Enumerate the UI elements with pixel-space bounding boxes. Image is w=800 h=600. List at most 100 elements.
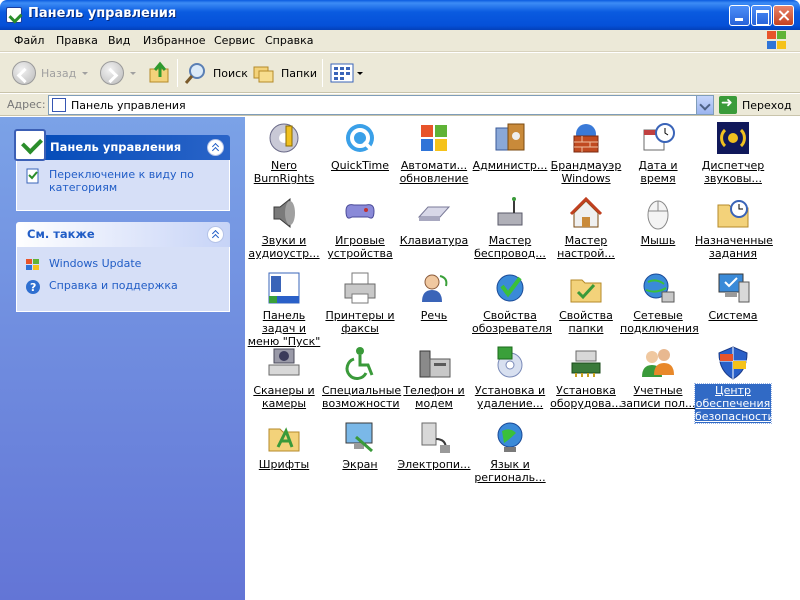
cp-item-firewall[interactable]: Брандмауэр Windows: [548, 120, 624, 185]
control-panel-section-header[interactable]: Панель управления: [14, 129, 230, 161]
cp-item-wireless[interactable]: Мастер беспровод...: [472, 195, 548, 260]
cp-item-label: Назначенные задания: [695, 234, 773, 260]
title-bar[interactable]: Панель управления: [0, 0, 800, 30]
cp-item-fonts[interactable]: Шрифты: [246, 419, 322, 471]
back-label: Назад: [41, 66, 77, 80]
control-panel-items: Nero BurnRights QuickTime Автомати... обно…: [245, 117, 800, 600]
collapse-chevron-icon[interactable]: [207, 139, 224, 156]
cp-item-add-hardware[interactable]: Установка оборудова...: [548, 345, 624, 410]
cp-item-phone-modem[interactable]: Телефон и модем: [396, 345, 472, 410]
cp-item-regional-options[interactable]: Язык и региональ...: [472, 419, 548, 484]
folders-icon: [253, 66, 274, 83]
cp-item-label: Звуки и аудиоустр...: [248, 234, 320, 260]
menu-bar: Файл Правка Вид Избранное Сервис Справка: [0, 30, 800, 52]
windows-flag-icon: [26, 259, 39, 270]
cp-item-label: Электропи...: [397, 458, 471, 471]
cp-item-scheduled-tasks[interactable]: Назначенные задания: [695, 195, 773, 260]
cp-item-taskbar[interactable]: Панель задач и меню "Пуск": [246, 270, 322, 348]
cp-item-network-connections[interactable]: Сетевые подключения: [620, 270, 699, 335]
network-wizard-icon: [568, 195, 604, 231]
back-button[interactable]: Назад: [12, 60, 89, 86]
menu-view[interactable]: Вид: [108, 34, 130, 47]
cp-item-label: Панель задач и меню "Пуск": [247, 309, 321, 348]
collapse-chevron-icon[interactable]: [207, 226, 224, 243]
cp-item-keyboard[interactable]: Клавиатура: [396, 195, 472, 247]
help-and-support-link[interactable]: ? Справка и поддержка: [25, 279, 221, 295]
switch-to-category-view-link[interactable]: Переключение к виду по категориям: [25, 168, 221, 194]
help-icon: ?: [26, 280, 40, 294]
go-button[interactable]: Переход: [719, 95, 792, 115]
back-dropdown-icon[interactable]: [82, 71, 89, 75]
power-options-icon: [416, 419, 452, 455]
scanner-camera-icon: [266, 345, 302, 381]
cp-item-mouse[interactable]: Мышь: [620, 195, 696, 247]
cp-item-folder-options[interactable]: Свойства папки: [548, 270, 624, 335]
add-hardware-icon: [568, 345, 604, 381]
cp-item-label: Диспетчер звуковы...: [701, 159, 765, 185]
cp-item-gamepad[interactable]: Игровые устройства: [322, 195, 398, 260]
go-arrow-icon: [719, 95, 737, 114]
back-arrow-icon: [12, 61, 36, 85]
cp-item-scanner-camera[interactable]: Сканеры и камеры: [246, 345, 322, 410]
nero-key-icon: [266, 120, 302, 156]
address-dropdown-icon[interactable]: [696, 96, 713, 114]
menu-tools[interactable]: Сервис: [214, 34, 255, 47]
close-button[interactable]: [773, 5, 794, 26]
accessibility-icon: [342, 345, 378, 381]
svg-text:?: ?: [30, 281, 36, 294]
menu-help[interactable]: Справка: [265, 34, 313, 47]
cp-item-display[interactable]: Экран: [322, 419, 398, 471]
forward-dropdown-icon[interactable]: [130, 71, 136, 75]
cp-item-security-center[interactable]: Центр обеспечения безопасности: [694, 345, 775, 424]
cp-item-speaker[interactable]: Звуки и аудиоустр...: [246, 195, 322, 260]
cp-item-label: Игровые устройства: [327, 234, 393, 260]
search-button[interactable]: Поиск: [184, 60, 248, 86]
cp-item-label: Установка и удаление...: [474, 384, 546, 410]
cp-item-quicktime[interactable]: QuickTime: [322, 120, 398, 172]
folders-button[interactable]: Папки: [252, 60, 317, 86]
menu-favorites[interactable]: Избранное: [143, 34, 205, 47]
cp-item-label: Система: [708, 309, 758, 322]
see-also-section-header[interactable]: См. также: [16, 222, 230, 247]
menu-file[interactable]: Файл: [14, 34, 44, 47]
cp-item-nero-key[interactable]: Nero BurnRights: [246, 120, 322, 185]
up-folder-button[interactable]: [148, 60, 172, 86]
speech-icon: [416, 270, 452, 306]
quicktime-icon: [342, 120, 378, 156]
cp-item-accessibility[interactable]: Специальные возможности: [322, 345, 401, 410]
windows-update-link[interactable]: Windows Update: [25, 257, 221, 273]
minimize-button[interactable]: [729, 5, 750, 26]
cp-item-printer[interactable]: Принтеры и факсы: [322, 270, 398, 335]
control-panel-icon: [6, 7, 22, 23]
cp-item-windows-update[interactable]: Автомати... обновление: [396, 120, 472, 185]
go-label: Переход: [742, 98, 792, 112]
menu-edit[interactable]: Правка: [56, 34, 98, 47]
security-center-icon: [715, 345, 751, 381]
cp-item-network-wizard[interactable]: Мастер настрой...: [548, 195, 624, 260]
cp-item-label: Свойства обозревателя: [472, 309, 552, 335]
maximize-button[interactable]: [751, 5, 772, 26]
cp-item-speech[interactable]: Речь: [396, 270, 472, 322]
views-icon: [330, 63, 354, 83]
cp-item-label: Принтеры и факсы: [325, 309, 395, 335]
cp-item-sound-manager[interactable]: Диспетчер звуковы...: [695, 120, 771, 185]
forward-button[interactable]: [100, 60, 136, 86]
cp-item-power-options[interactable]: Электропи...: [396, 419, 472, 471]
address-label: Адрес:: [7, 98, 46, 111]
cp-item-admin-tools[interactable]: Администр...: [472, 120, 548, 172]
cp-item-system[interactable]: Система: [695, 270, 771, 322]
cp-item-date-time[interactable]: Дата и время: [620, 120, 696, 185]
system-icon: [715, 270, 751, 306]
cp-item-label: Сканеры и камеры: [253, 384, 315, 410]
cp-item-label: Nero BurnRights: [253, 159, 315, 185]
speaker-icon: [266, 195, 302, 231]
up-folder-icon: [149, 61, 169, 83]
cp-item-user-accounts[interactable]: Учетные записи пол...: [620, 345, 696, 410]
address-value: Панель управления: [71, 99, 186, 112]
views-button[interactable]: [330, 60, 363, 86]
address-input[interactable]: Панель управления: [48, 95, 714, 115]
cp-item-internet-options[interactable]: Свойства обозревателя: [472, 270, 552, 335]
cp-item-label: Телефон и модем: [403, 384, 465, 410]
cp-item-add-remove-programs[interactable]: Установка и удаление...: [472, 345, 548, 410]
views-dropdown-icon[interactable]: [357, 71, 363, 75]
